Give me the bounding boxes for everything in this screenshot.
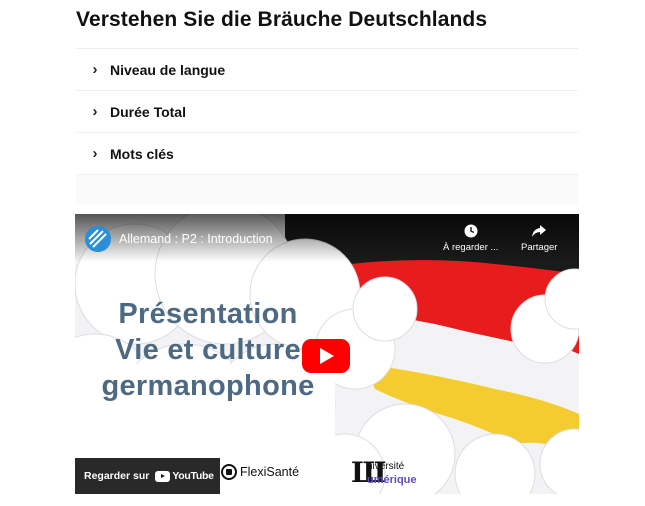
play-button[interactable] <box>302 339 350 373</box>
universite-numerique-logo: Ш niversité umérique <box>351 458 441 492</box>
accordion-item-label: Mots clés <box>110 145 174 162</box>
slide-line: germanophone <box>101 370 315 402</box>
page-title: Verstehen Sie die Bräuche Deutschlands <box>76 8 488 31</box>
flexisante-name: FlexiSanté <box>240 465 300 479</box>
accordion-item-mots-cles[interactable]: › Mots clés <box>76 133 578 175</box>
youtube-logo: YouTube <box>155 470 214 482</box>
accordion-footer <box>76 175 578 205</box>
share-button[interactable]: Partager <box>521 224 557 253</box>
watch-later-label: À regarder ... <box>443 242 499 253</box>
flexisante-icon <box>221 464 237 480</box>
chevron-right-icon: › <box>92 145 98 162</box>
video-player[interactable]: Allemand : P2 : Introduction À regarder … <box>75 214 579 494</box>
chevron-right-icon: › <box>92 61 98 78</box>
accordion-item-label: Durée Total <box>110 103 186 120</box>
share-arrow-icon <box>532 225 547 237</box>
play-icon <box>320 348 334 364</box>
channel-logo-icon <box>85 226 111 252</box>
universite-line2: umérique <box>367 474 417 486</box>
accordion: › Niveau de langue › Durée Total › Mots … <box>76 48 578 205</box>
accordion-item-label: Niveau de langue <box>110 61 226 78</box>
channel-avatar[interactable] <box>85 226 111 252</box>
watch-later-button[interactable]: À regarder ... <box>443 224 498 253</box>
accordion-item-niveau-de-langue[interactable]: › Niveau de langue <box>76 49 578 91</box>
universite-line1: niversité <box>367 461 405 472</box>
watch-on-youtube-button[interactable]: Regarder sur YouTube <box>75 458 220 494</box>
flexisante-logo: FlexiSanté <box>221 464 299 480</box>
watch-on-label: Regarder sur <box>84 470 150 482</box>
youtube-wordmark: YouTube <box>172 470 214 482</box>
accordion-item-duree-total[interactable]: › Durée Total <box>76 91 578 133</box>
chevron-right-icon: › <box>92 103 98 120</box>
video-title[interactable]: Allemand : P2 : Introduction <box>119 232 273 246</box>
clock-icon <box>464 224 478 238</box>
youtube-play-icon <box>155 470 171 482</box>
slide-line: Présentation <box>118 298 298 330</box>
share-label: Partager <box>521 242 558 253</box>
